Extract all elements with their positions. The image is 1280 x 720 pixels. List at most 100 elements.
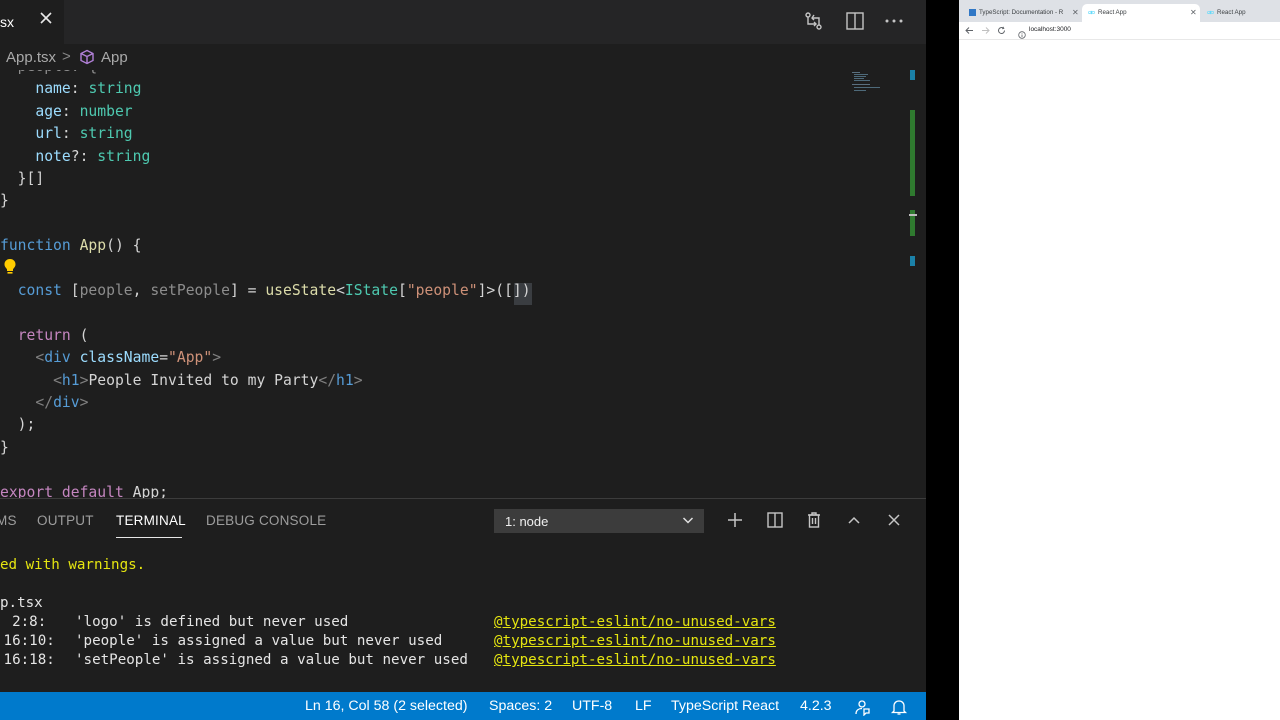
bottom-panel: MS OUTPUT TERMINAL DEBUG CONSOLE 1: node…	[0, 498, 926, 692]
code-token: (	[70, 326, 89, 344]
code-token: () {	[106, 237, 142, 255]
code-token: :	[70, 80, 89, 98]
breadcrumb-file[interactable]: App.tsx	[6, 49, 56, 66]
code-token: >	[353, 371, 363, 389]
maximize-panel-icon[interactable]	[844, 510, 864, 530]
browser-tab-strip: TypeScript: Documentation - R ✕ React Ap…	[959, 0, 1280, 22]
code-token: return	[17, 326, 71, 344]
terminal-warning-line: ed with warnings.	[0, 557, 146, 573]
code-token: [	[61, 282, 80, 299]
forward-icon[interactable]	[981, 26, 990, 35]
active-tab-indicator	[116, 537, 182, 538]
breadcrumb-separator: >	[62, 48, 71, 65]
terminal-row-rule[interactable]: @typescript-eslint/no-unused-vars	[494, 614, 776, 634]
code-line: return (	[0, 326, 89, 349]
back-icon[interactable]	[965, 26, 974, 35]
address-bar[interactable]: localhost:3000	[1029, 26, 1071, 33]
code-token: useState	[265, 282, 337, 299]
terminal-select[interactable]: 1: node	[494, 509, 704, 533]
code-line: note?: string	[0, 148, 150, 170]
code-token: }	[0, 438, 9, 456]
browser-tab-react-app-active[interactable]: React App ✕	[1082, 4, 1200, 22]
chevron-down-icon	[682, 514, 694, 526]
code-token: </	[35, 394, 54, 411]
terminal-row-loc: 2:8:	[0, 614, 47, 630]
minimap[interactable]	[848, 70, 912, 130]
info-icon[interactable]	[1018, 26, 1026, 39]
status-indentation[interactable]: Spaces: 2	[489, 698, 552, 714]
terminal-row-msg: 'setPeople' is assigned a value but neve…	[75, 652, 468, 668]
code-token: IState	[344, 282, 398, 299]
editor-tab-app-tsx[interactable]: sx	[0, 0, 64, 44]
typescript-favicon-icon	[969, 9, 976, 16]
code-token: ,	[132, 282, 151, 299]
status-encoding[interactable]: UTF-8	[572, 698, 612, 714]
code-token: <	[336, 282, 345, 299]
trash-icon[interactable]	[804, 510, 824, 530]
tab-terminal[interactable]: TERMINAL	[116, 513, 186, 528]
status-eol[interactable]: LF	[635, 698, 652, 714]
browser-tab-react-app[interactable]: React App	[1201, 4, 1279, 22]
code-token: div	[53, 394, 80, 411]
symbol-class-icon	[79, 49, 95, 65]
code-token: note	[35, 147, 71, 165]
close-icon[interactable]: ✕	[1190, 8, 1197, 17]
tab-output[interactable]: OUTPUT	[37, 513, 94, 528]
code-token: string	[79, 125, 133, 143]
compare-changes-icon[interactable]	[803, 10, 827, 34]
status-ts-version[interactable]: 4.2.3	[800, 698, 832, 714]
browser-tab-ts-docs[interactable]: TypeScript: Documentation - R ✕	[963, 4, 1081, 22]
code-line: </div>	[0, 394, 88, 416]
reload-icon[interactable]	[997, 26, 1006, 35]
code-line: people: {	[0, 70, 98, 80]
close-icon[interactable]	[39, 11, 55, 31]
breadcrumb-symbol[interactable]: App	[101, 49, 128, 66]
code-token: function	[0, 237, 71, 255]
terminal-row-rule[interactable]: @typescript-eslint/no-unused-vars	[494, 633, 776, 653]
browser-tab-label: React App	[1217, 9, 1246, 16]
code-token: :	[61, 125, 80, 143]
status-language[interactable]: TypeScript React	[671, 698, 779, 714]
code-line: }[]	[0, 170, 45, 192]
new-terminal-icon[interactable]	[725, 510, 745, 530]
bell-icon[interactable]	[890, 698, 908, 716]
code-token: <	[35, 349, 45, 367]
code-line: name: string	[0, 80, 141, 102]
overview-ruler[interactable]	[909, 70, 917, 498]
editor-tab-label: sx	[0, 14, 14, 30]
code-token: string	[97, 147, 151, 165]
code-token: [	[397, 282, 407, 299]
code-token: name	[35, 80, 71, 98]
code-editor[interactable]: people: { name: string age: number url: …	[0, 70, 926, 498]
more-actions-icon[interactable]	[883, 10, 907, 34]
tab-problems[interactable]: MS	[0, 513, 17, 528]
split-terminal-icon[interactable]	[765, 510, 785, 530]
terminal-row-loc: 16:10:	[0, 633, 55, 649]
close-panel-icon[interactable]	[884, 510, 904, 530]
code-token: url	[35, 125, 62, 143]
browser-window: TypeScript: Documentation - R ✕ React Ap…	[959, 0, 1280, 720]
code-line: export default App;	[0, 484, 168, 498]
terminal-row-rule[interactable]: @typescript-eslint/no-unused-vars	[494, 652, 776, 672]
vscode-window: sx App.tsx > App name: string age: numbe…	[0, 0, 926, 720]
code-token: ] =	[229, 282, 266, 299]
code-line: function App() {	[0, 237, 142, 259]
code-token: "people"	[406, 282, 478, 299]
feedback-icon[interactable]	[853, 698, 871, 717]
status-bar: Ln 16, Col 58 (2 selected) Spaces: 2 UTF…	[0, 692, 926, 720]
status-cursor-position[interactable]: Ln 16, Col 58 (2 selected)	[305, 698, 467, 714]
close-icon[interactable]: ✕	[1072, 8, 1079, 17]
split-editor-icon[interactable]	[844, 10, 868, 34]
code-line: const [people, setPeople] = useState<ISt…	[0, 282, 531, 304]
tab-debug-console[interactable]: DEBUG CONSOLE	[206, 513, 326, 528]
lightbulb-icon[interactable]	[3, 258, 17, 276]
editor-tab-bar: sx	[0, 0, 926, 44]
